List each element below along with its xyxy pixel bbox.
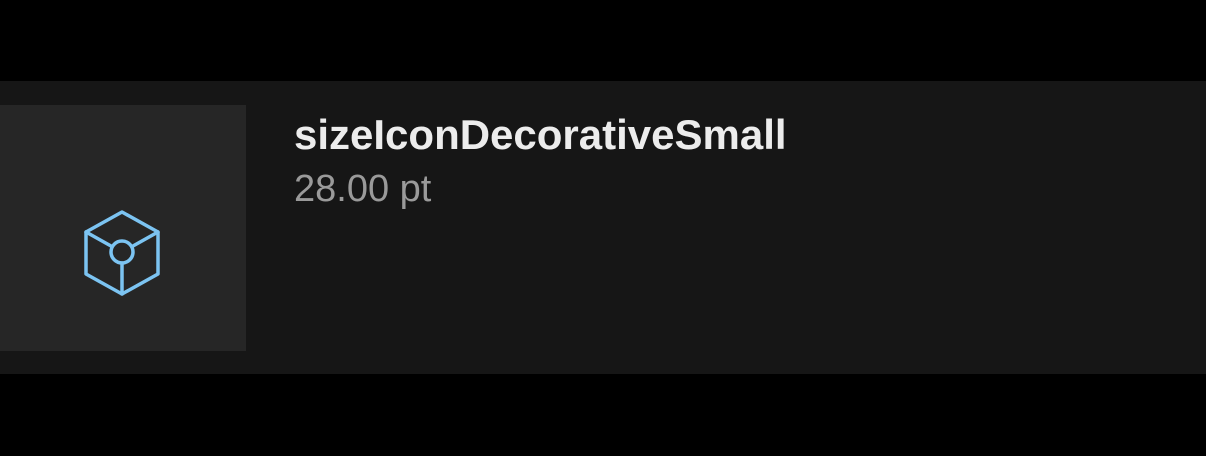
cube-icon (84, 210, 160, 296)
token-row: sizeIconDecorativeSmall 28.00 pt (0, 81, 1206, 374)
token-value: 28.00 pt (294, 168, 432, 210)
icon-preview-tile (0, 105, 246, 351)
token-name: sizeIconDecorativeSmall (294, 111, 787, 158)
